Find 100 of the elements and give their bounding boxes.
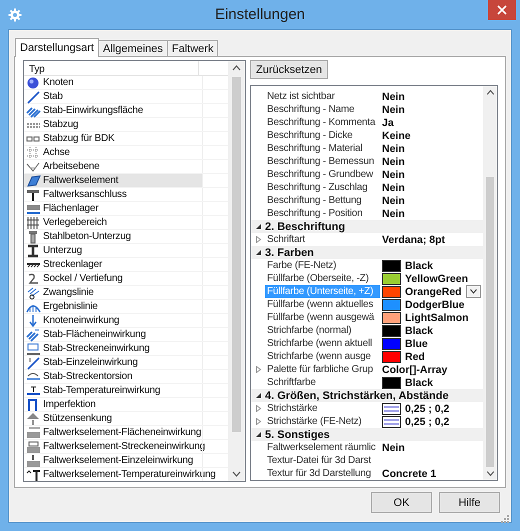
list-item[interactable]: Faltwerkselement-Flächeneinwirkung [24,426,228,440]
property-name[interactable]: Beschriftung - Bemessun [265,155,380,168]
line-icon [26,90,41,104]
scroll-thumb[interactable] [486,177,494,467]
property-name[interactable]: Strichstärke (FE-Netz) [265,415,380,428]
list-item[interactable]: Faltwerkselement-Einzeleinwirkung [24,454,228,468]
reset-button[interactable]: Zurücksetzen [250,60,328,79]
list-item[interactable]: Verlegebereich [24,216,228,230]
list-item[interactable]: Achse [24,146,228,160]
list-item[interactable]: Stab [24,90,228,104]
column-header: Typ [24,61,199,75]
window-title: Einstellungen [214,6,306,23]
list-item[interactable]: Stab-Einwirkungsfläche [24,104,228,118]
grate-icon [26,216,41,230]
list-item[interactable]: Stab-Flächeneinwirkung [24,328,228,342]
list-item[interactable]: Zwangslinie [24,286,228,300]
tab[interactable]: Darstellungsart [15,38,99,57]
property-value: Nein [382,208,405,220]
property-name[interactable]: Schriftfarbe [265,376,380,389]
property-value: YellowGreen [405,272,468,284]
property-value: Nein [382,194,405,206]
temperature-icon [26,384,41,398]
list-item[interactable]: Faltwerkselement-Streckeneinwirkung [24,440,228,454]
tab[interactable]: Faltwerk [166,40,218,56]
scroll-thumb[interactable] [232,77,241,432]
property-value: Concrete 1 [382,468,436,480]
property-name[interactable]: Strichfarbe (wenn ausge [265,350,380,363]
resize-grip-icon[interactable] [500,514,510,524]
category-header[interactable]: 3. Farben [265,246,314,258]
property-name[interactable]: Beschriftung - Name [265,103,380,116]
property-name[interactable]: Beschriftung - Bettung [265,194,380,207]
list-item[interactable]: Stab-Streckentorsion [24,370,228,384]
property-value: 0,25 ; 0,2 [405,402,450,414]
property-name[interactable]: Beschriftung - Dicke [265,129,380,142]
line-weight-icon [382,416,401,428]
property-name[interactable]: Strichfarbe (normal) [265,324,380,337]
property-value: Ja [382,116,394,128]
chevron-down-icon [470,289,477,294]
property-name[interactable]: Strichfarbe (wenn aktuell [265,337,380,350]
property-name[interactable]: Faltwerkselement räumlic [265,441,380,454]
list-item[interactable]: Streckenlager [24,258,228,272]
panel-load-icon [26,440,41,454]
panel-load-icon [26,454,41,468]
list-item[interactable]: Imperfektion [24,398,228,412]
list-item[interactable]: Flächenlager [24,202,228,216]
property-value: Nein [382,104,405,116]
list-item[interactable]: Ergebnislinie [24,300,228,314]
list-item[interactable]: Knoteneinwirkung [24,314,228,328]
tab[interactable]: Allgemeines [98,40,168,56]
expander-icon[interactable] [254,249,262,256]
ball-icon [26,76,41,90]
property-value: 0,25 ; 0,2 [405,416,450,428]
expander-icon[interactable] [254,223,262,230]
property-name[interactable]: Strichstärke [265,402,380,415]
property-value: Color[]-Array [382,364,448,376]
settings-icon [8,8,22,22]
property-name[interactable]: Textur-Datei für 3d Darst [265,454,380,467]
property-name[interactable]: Farbe (FE-Netz) [265,259,380,272]
dialog-button[interactable]: OK [371,492,432,513]
close-icon [497,5,507,15]
list-item[interactable]: Stabzug [24,118,228,132]
list-item[interactable]: Stab-Temperatureinwirkung [24,384,228,398]
property-name[interactable]: Beschriftung - Position [265,207,380,220]
list-item[interactable]: Stahlbeton-Unterzug [24,230,228,244]
property-value: Black [405,324,434,336]
property-name[interactable]: Beschriftung - Grundbew [265,168,380,181]
property-name[interactable]: Beschriftung - Kommenta [265,116,380,129]
panel-load-icon [26,426,41,440]
property-name[interactable]: Beschriftung - Zuschlag [265,181,380,194]
property-name[interactable]: Füllfarbe (wenn ausgewä [265,311,380,324]
list-item[interactable]: Arbeitsebene [24,160,228,174]
load-icon [26,342,41,356]
property-name[interactable]: Füllfarbe (Oberseite, -Z) [265,272,380,285]
list-item[interactable]: Knoten [24,76,228,90]
property-name[interactable]: Füllfarbe (wenn aktuelles [265,298,380,311]
list-item[interactable]: Stützensenkung [24,412,228,426]
list-item[interactable]: Faltwerksanschluss [24,188,228,202]
property-value: OrangeRed [405,286,462,298]
property-value: Nein [382,182,405,194]
expander-icon[interactable] [254,392,262,399]
list-item[interactable]: Stab-Einzeleinwirkung [24,356,228,370]
property-name[interactable]: Textur für 3d Darstellung [265,467,380,480]
property-name[interactable]: Schriftart [265,233,380,246]
list-item[interactable]: Stabzug für BDK [24,132,228,146]
hatch-icon [26,328,41,342]
property-value: Nein [382,90,405,102]
property-name[interactable]: Netz ist sichtbar [265,90,380,103]
property-name[interactable]: Palette für farbliche Grup [265,363,380,376]
close-button[interactable] [488,0,516,20]
list-item[interactable]: Unterzug [24,244,228,258]
expander-icon[interactable] [254,431,262,438]
property-value: Nein [382,168,405,180]
dialog-button[interactable]: Hilfe [439,492,500,513]
property-value: Red [405,350,425,362]
list-item[interactable]: Sockel / Vertiefung [24,272,228,286]
property-name[interactable]: Beschriftung - Material [265,142,380,155]
dropdown-button[interactable] [466,285,481,298]
list-item[interactable]: Faltwerkselement [24,174,228,188]
list-item[interactable]: Stab-Streckeneinwirkung [24,342,228,356]
grid-icon [26,146,41,160]
